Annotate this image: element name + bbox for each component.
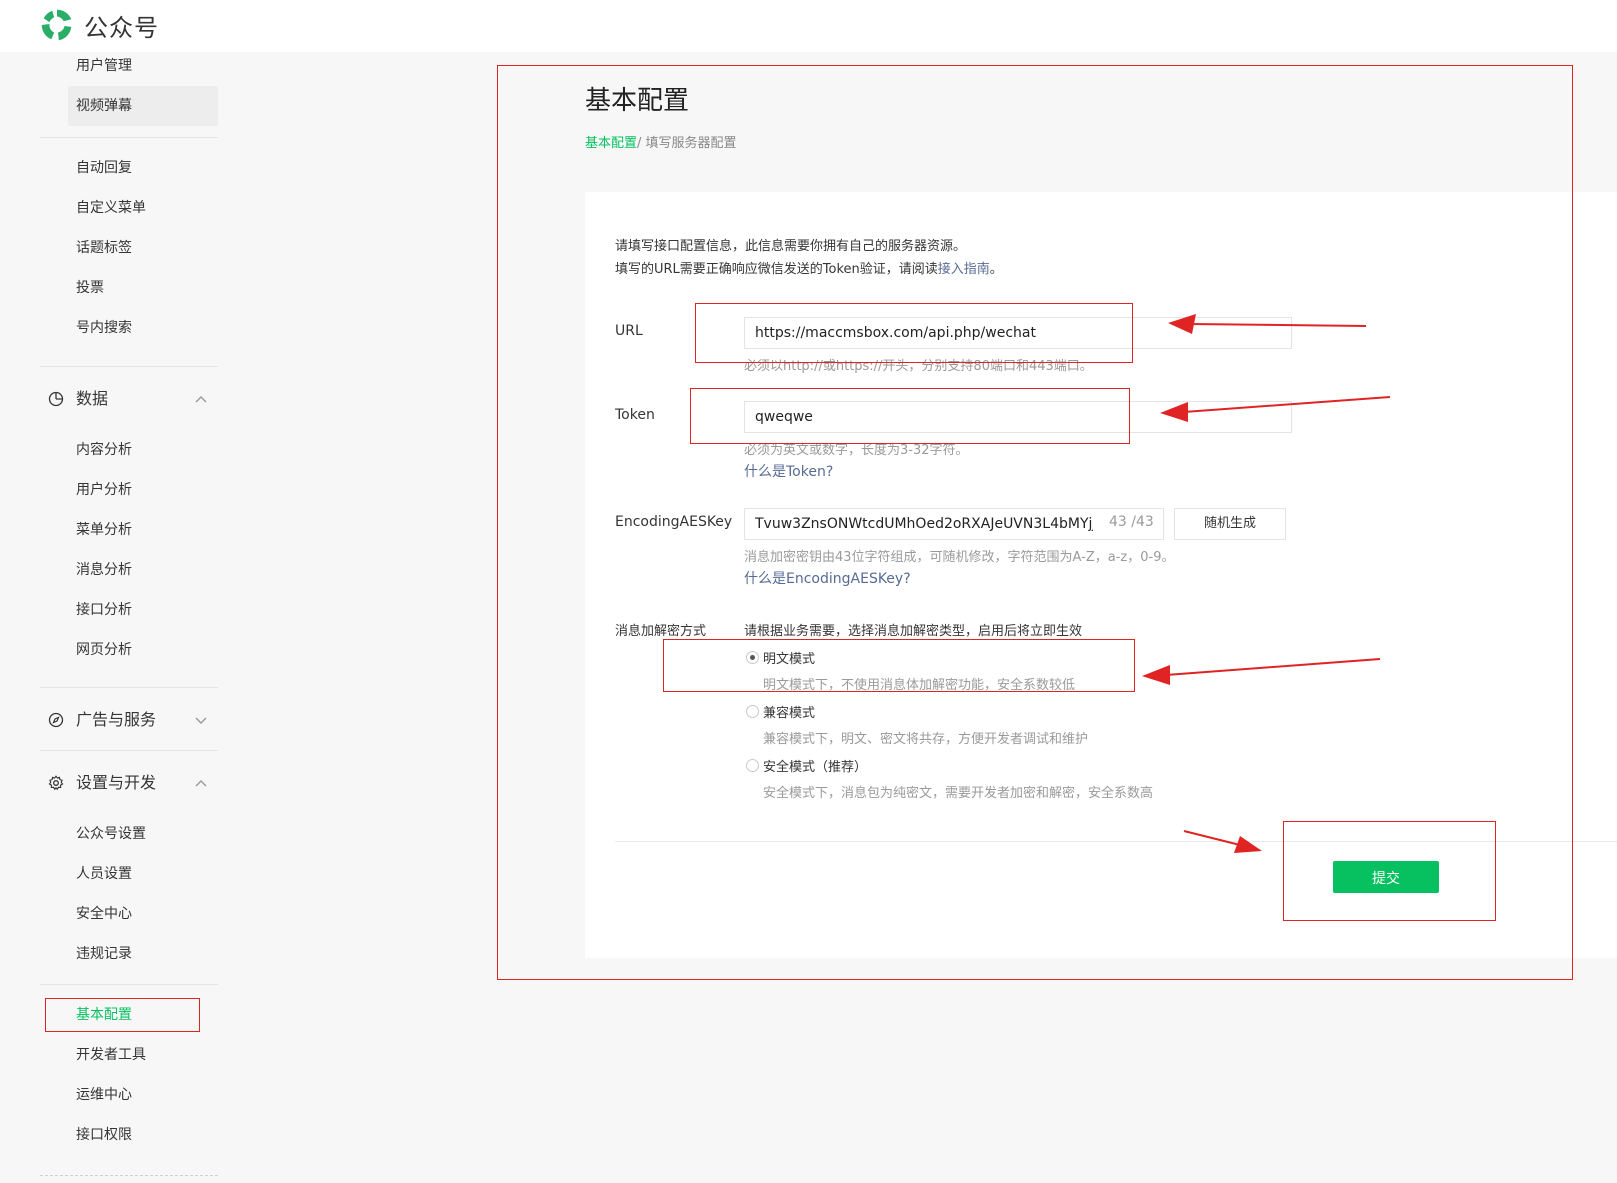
annotation-arrow-plaintext [1142,658,1381,685]
annotation-arrow-url [1168,314,1367,334]
annotation-arrow-token [1160,396,1391,422]
annotation-arrows [1142,314,1391,853]
annotation-arrow-submit [1183,830,1262,853]
